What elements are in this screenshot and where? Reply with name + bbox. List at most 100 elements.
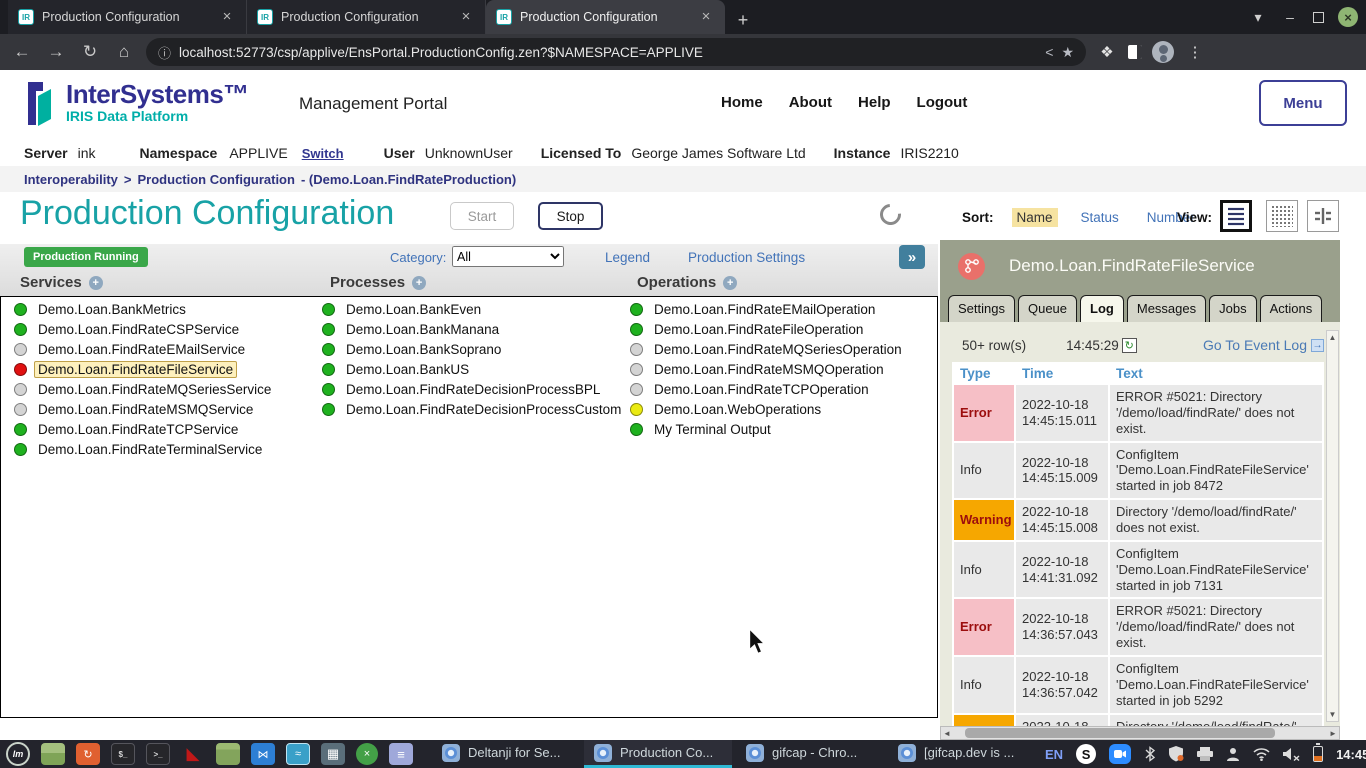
operation-item[interactable]: Demo.Loan.FindRateFileOperation [630,319,906,339]
language-indicator[interactable]: EN [1045,747,1063,762]
item-name[interactable]: Demo.Loan.BankMetrics [34,301,190,318]
window-button[interactable]: Production Co... [584,740,732,768]
detail-tab[interactable]: Settings [948,295,1015,322]
item-name[interactable]: Demo.Loan.BankUS [342,361,473,378]
minimize-button[interactable]: – [1281,9,1299,25]
legend-link[interactable]: Legend [605,250,650,265]
operation-item[interactable]: Demo.Loan.WebOperations [630,399,906,419]
system-monitor-icon[interactable]: ≈ [286,743,310,765]
item-name[interactable]: Demo.Loan.FindRateMSMQOperation [650,361,888,378]
process-item[interactable]: Demo.Loan.BankUS [322,359,625,379]
expand-panel-button[interactable]: » [899,245,925,269]
reload-icon[interactable]: ↻ [78,42,102,62]
item-name[interactable]: Demo.Loan.FindRateMSMQService [34,401,257,418]
scroll-down-icon[interactable]: ▼ [1329,710,1337,719]
app-green-circle-icon[interactable]: × [356,743,378,765]
add-service-icon[interactable]: + [89,276,103,290]
log-vertical-scrollbar[interactable]: ▲ ▼ [1326,330,1339,722]
operation-item[interactable]: Demo.Loan.FindRateEMailOperation [630,299,906,319]
item-name[interactable]: Demo.Loan.BankSoprano [342,341,505,358]
breadcrumb-root[interactable]: Interoperability [24,172,118,187]
category-select[interactable]: All [452,246,564,267]
mint-menu-icon[interactable]: lm [6,742,30,766]
url-text[interactable]: localhost:52773/csp/applive/EnsPortal.Pr… [179,45,1037,60]
file-manager-icon[interactable] [41,743,65,765]
terminal2-icon[interactable]: >_ [146,743,170,765]
split-view-icon[interactable] [1307,200,1339,232]
extensions-icon[interactable]: ❖ [1096,43,1118,61]
item-name[interactable]: Demo.Loan.FindRateTCPOperation [650,381,873,398]
skype-icon[interactable]: S [1076,744,1096,764]
detail-tab[interactable]: Jobs [1209,295,1256,322]
item-name[interactable]: Demo.Loan.FindRateMQSeriesOperation [650,341,906,358]
tab-search-icon[interactable]: ▾ [1249,9,1267,26]
process-item[interactable]: Demo.Loan.FindRateDecisionProcessBPL [322,379,625,399]
window-button[interactable]: gifcap - Chro... [736,740,884,768]
tab-close-icon[interactable]: × [457,8,475,26]
log-refresh-icon[interactable]: ↻ [1122,338,1137,353]
scrollbar-thumb[interactable] [965,728,1275,738]
detail-tab[interactable]: Log [1080,295,1124,322]
calculator-icon[interactable]: ▦ [321,743,345,765]
item-name[interactable]: Demo.Loan.BankManana [342,321,503,338]
detail-tab[interactable]: Messages [1127,295,1206,322]
detail-tab[interactable]: Queue [1018,295,1077,322]
service-item[interactable]: Demo.Loan.FindRateMQSeriesService [14,379,275,399]
browser-tab[interactable]: IR Production Configuration × [247,0,486,34]
app-orange-icon[interactable]: ↻ [76,743,100,765]
switch-link[interactable]: Switch [302,146,344,161]
site-info-icon[interactable]: ⓘ [158,43,171,62]
terminal-icon[interactable]: $_ [111,743,135,765]
window-button[interactable]: [gifcap.dev is ... [888,740,1036,768]
printer-icon[interactable] [1197,747,1213,761]
portal-nav-link[interactable]: Home [721,94,763,111]
production-settings-link[interactable]: Production Settings [688,250,805,265]
item-name[interactable]: Demo.Loan.WebOperations [650,401,825,418]
operation-item[interactable]: Demo.Loan.FindRateTCPOperation [630,379,906,399]
bookmark-star-icon[interactable]: ★ [1061,44,1074,61]
operation-item[interactable]: My Terminal Output [630,419,906,439]
window-button[interactable]: Deltanji for Se... [432,740,580,768]
browser-menu-icon[interactable]: ⋮ [1184,43,1206,61]
service-item[interactable]: Demo.Loan.FindRateTerminalService [14,439,275,459]
bluetooth-icon[interactable] [1144,746,1156,762]
app-red-icon[interactable]: ◣ [181,743,205,765]
start-button[interactable]: Start [450,202,514,230]
item-name[interactable]: Demo.Loan.FindRateDecisionProcessCustom [342,401,625,418]
shield-icon[interactable] [1169,746,1184,762]
item-name[interactable]: Demo.Loan.FindRateEMailService [34,341,249,358]
url-bar[interactable]: ⓘ localhost:52773/csp/applive/EnsPortal.… [146,38,1086,66]
service-item[interactable]: Demo.Loan.FindRateTCPService [14,419,275,439]
side-panel-icon[interactable] [1128,45,1142,59]
menu-button[interactable]: Menu [1259,80,1347,126]
new-tab-button[interactable]: + [729,6,757,34]
sort-option[interactable]: Status [1076,208,1124,227]
item-name[interactable]: Demo.Loan.BankEven [342,301,485,318]
service-item[interactable]: Demo.Loan.BankMetrics [14,299,275,319]
tab-close-icon[interactable]: × [697,8,715,26]
service-item[interactable]: Demo.Loan.FindRateEMailService [14,339,275,359]
close-button[interactable]: × [1338,7,1358,27]
scroll-left-icon[interactable]: ◄ [941,729,953,738]
portal-nav-link[interactable]: About [789,94,832,111]
operation-item[interactable]: Demo.Loan.FindRateMSMQOperation [630,359,906,379]
service-item[interactable]: Demo.Loan.FindRateMSMQService [14,399,275,419]
item-name[interactable]: Demo.Loan.FindRateEMailOperation [650,301,879,318]
share-icon[interactable]: < [1045,44,1053,60]
wifi-icon[interactable] [1253,748,1270,761]
grid-view-icon[interactable] [1266,200,1298,232]
process-item[interactable]: Demo.Loan.BankEven [322,299,625,319]
detail-tab[interactable]: Actions [1260,295,1323,322]
sort-option[interactable]: Name [1012,208,1058,227]
service-item[interactable]: Demo.Loan.FindRateFileService [14,359,275,379]
profile-avatar[interactable] [1152,41,1174,63]
vscode-icon[interactable]: ⋈ [251,743,275,765]
back-icon[interactable]: ← [10,42,34,62]
browser-tab[interactable]: IR Production Configuration × [486,0,725,34]
battery-icon[interactable] [1313,746,1323,762]
folder-icon[interactable] [216,743,240,765]
forward-icon[interactable]: → [44,42,68,62]
operation-item[interactable]: Demo.Loan.FindRateMQSeriesOperation [630,339,906,359]
item-name[interactable]: Demo.Loan.FindRateFileOperation [650,321,867,338]
user-icon[interactable] [1226,747,1240,761]
